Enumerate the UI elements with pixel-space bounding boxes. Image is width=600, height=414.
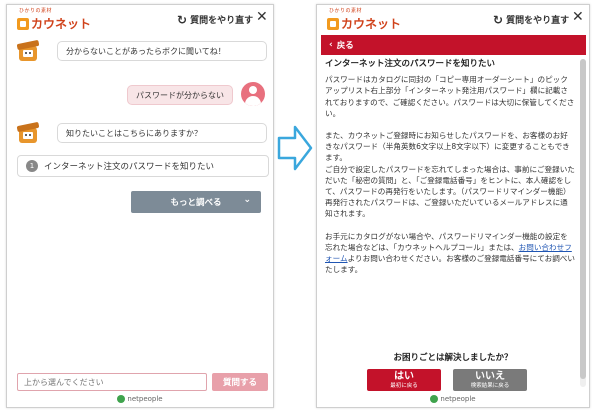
- answer-paragraph: お手元にカタログがない場合や、パスワードリマインダー機能の設定を忘れた場合などは…: [325, 231, 575, 276]
- question-input-field[interactable]: [24, 377, 206, 387]
- user-message: パスワードが分からない: [127, 85, 233, 105]
- scrollbar[interactable]: [580, 59, 586, 387]
- answer-content: インターネット注文のパスワードを知りたい パスワードはカタログに同封の「コピー専…: [325, 59, 575, 286]
- answer-option[interactable]: 1 インターネット注文のパスワードを知りたい: [17, 155, 269, 177]
- yes-button[interactable]: はい 最初に戻る: [367, 369, 441, 391]
- close-icon[interactable]: ✕: [572, 10, 584, 24]
- option-number: 1: [26, 160, 38, 172]
- bot-avatar-icon: [16, 121, 40, 145]
- logo-subtitle: ひかりの素材: [19, 8, 53, 14]
- paragraph-text: よりお問い合わせください。お客様のご登録電話番号にてお調べいたします。: [325, 254, 575, 275]
- no-sublabel: 検索結果に戻る: [470, 383, 510, 389]
- question-input[interactable]: [17, 373, 207, 391]
- chevron-left-icon: ‹: [329, 40, 333, 50]
- bot-message: 知りたいことはこちらにありますか？: [57, 123, 267, 143]
- netpeople-logo-icon: [117, 395, 126, 403]
- answer-paragraph: ご自分で設定したパスワードを忘れてしまった場合は、事前にご登録いただいた「秘密の…: [325, 164, 575, 197]
- restart-button[interactable]: ↻ 質問をやり直す: [493, 12, 570, 27]
- powered-by: netpeople: [7, 395, 273, 403]
- logo-text: カウネット: [341, 17, 402, 31]
- chevron-down-icon: ⌄: [243, 195, 251, 205]
- restart-label: 質問をやり直す: [506, 16, 570, 26]
- yes-sublabel: 最初に戻る: [390, 383, 418, 389]
- chat-header: ひかりの素材 カウネット ↻ 質問をやり直す ✕: [7, 5, 273, 35]
- powered-by-label: netpeople: [127, 395, 163, 403]
- ask-button[interactable]: 質問する: [212, 373, 268, 391]
- refresh-icon: ↻: [493, 12, 504, 27]
- kaunet-logo: ひかりの素材 カウネット: [327, 8, 401, 32]
- logo-text: カウネット: [31, 17, 92, 31]
- chat-panel-after: ひかりの素材 カウネット ↻ 質問をやり直す ✕ ‹ 戻る インターネット注文の…: [316, 4, 590, 408]
- answer-paragraph: パスワードはカタログに同封の「コピー専用オーダーシート」のピックアップリスト右上…: [325, 75, 575, 118]
- solved-question: お困りごとは解決しましたか？: [393, 353, 513, 363]
- close-icon[interactable]: ✕: [256, 10, 268, 24]
- more-search-label: もっと調べる: [170, 198, 222, 208]
- scrollbar-thumb[interactable]: [580, 59, 586, 379]
- back-button[interactable]: ‹ 戻る: [321, 35, 586, 55]
- user-avatar-icon: [241, 82, 265, 106]
- no-button[interactable]: いいえ 検索結果に戻る: [453, 369, 527, 391]
- answer-paragraph: また、カウネットご登録時にお知らせしたパスワードを、お客様のお好きなパスワード（…: [325, 131, 570, 163]
- back-label: 戻る: [336, 41, 354, 51]
- answer-paragraph: 再発行されたパスワードは、ご登録いただいているメールアドレスに通知されます。: [325, 198, 568, 219]
- bot-message: 分からないことがあったらボクに聞いてね！: [57, 41, 267, 61]
- restart-button[interactable]: ↻ 質問をやり直す: [177, 12, 254, 27]
- more-search-button[interactable]: もっと調べる ⌄: [131, 191, 261, 213]
- bot-avatar-icon: [16, 39, 40, 63]
- logo-mark-icon: [17, 17, 29, 30]
- powered-by-label: netpeople: [440, 395, 476, 403]
- yes-label: はい: [394, 371, 414, 382]
- refresh-icon: ↻: [177, 12, 188, 27]
- option-label: インターネット注文のパスワードを知りたい: [44, 162, 215, 172]
- powered-by: netpeople: [317, 395, 589, 403]
- restart-label: 質問をやり直す: [190, 16, 254, 26]
- answer-title: インターネット注文のパスワードを知りたい: [325, 59, 496, 69]
- arrow-right-icon: [277, 125, 313, 171]
- logo-mark-icon: [327, 17, 339, 30]
- netpeople-logo-icon: [430, 395, 439, 403]
- kaunet-logo: ひかりの素材 カウネット: [17, 8, 91, 32]
- chat-header: ひかりの素材 カウネット ↻ 質問をやり直す ✕: [317, 5, 589, 35]
- chat-panel-before: ひかりの素材 カウネット ↻ 質問をやり直す ✕ 分からないことがあったらボクに…: [6, 4, 274, 408]
- logo-subtitle: ひかりの素材: [329, 8, 363, 14]
- no-label: いいえ: [475, 371, 505, 382]
